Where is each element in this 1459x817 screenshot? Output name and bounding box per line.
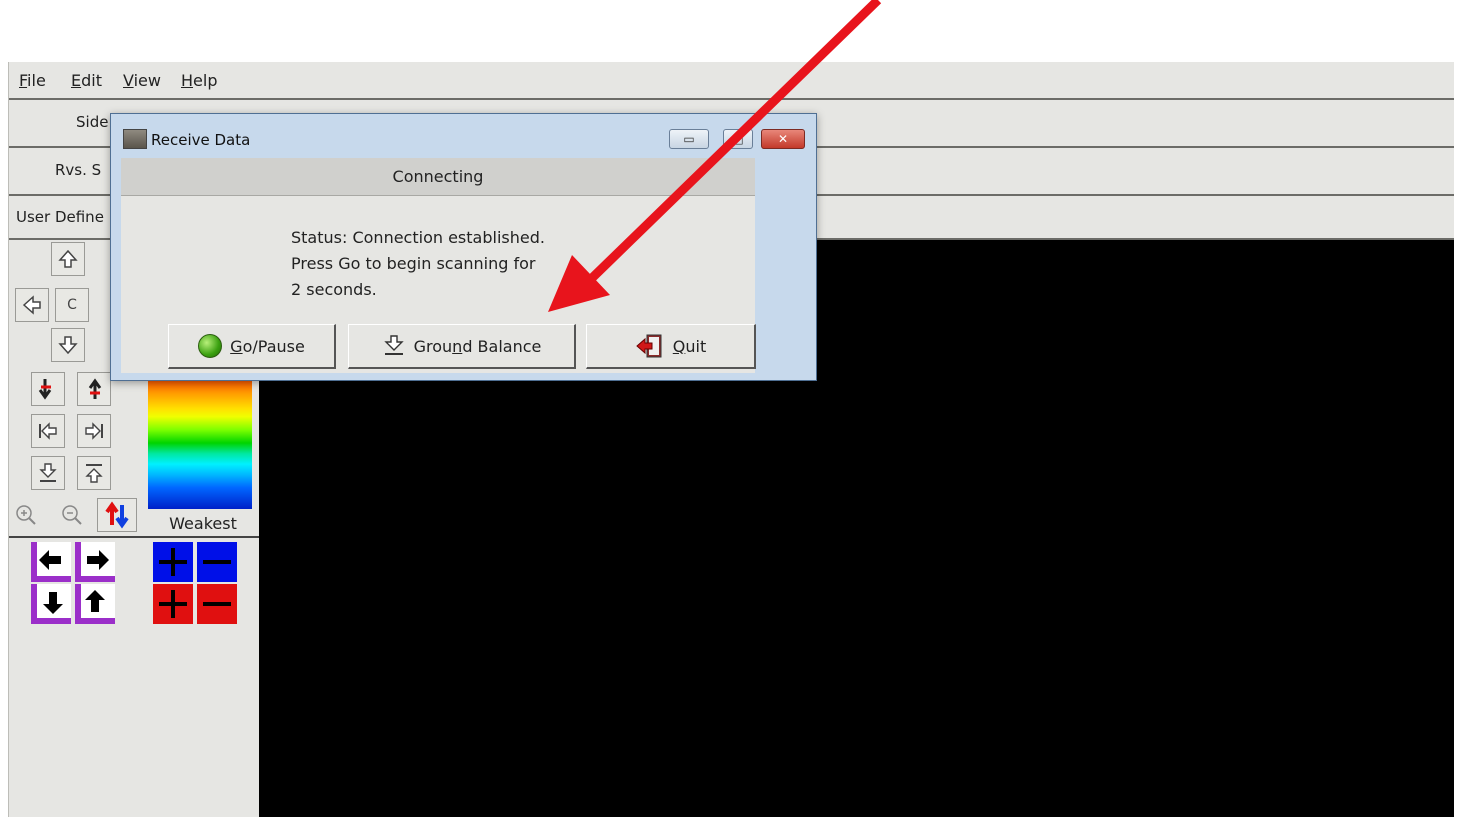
annotation-arrow	[548, 0, 882, 312]
